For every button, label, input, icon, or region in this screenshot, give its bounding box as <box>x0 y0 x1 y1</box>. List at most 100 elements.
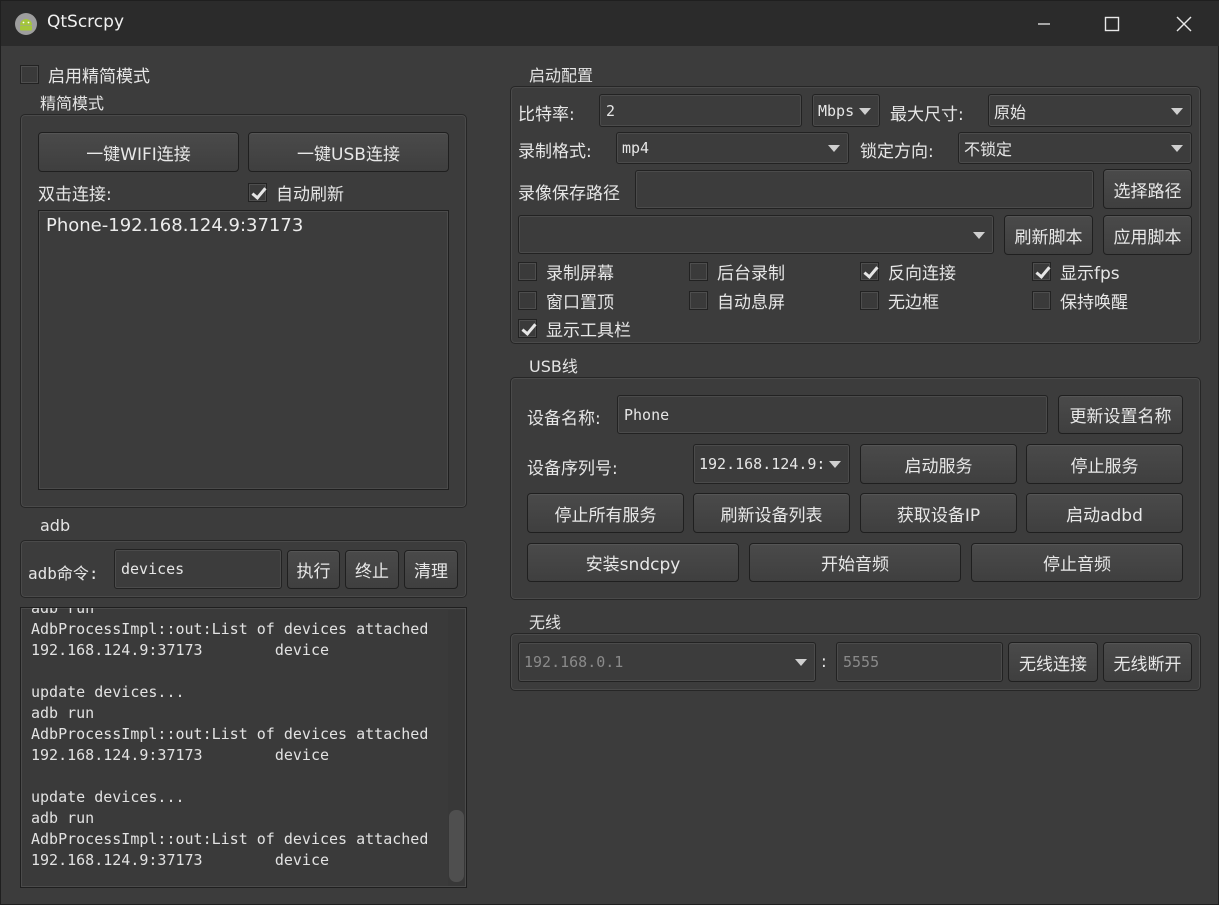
android-icon <box>15 13 37 35</box>
window-on-top-checkbox[interactable]: 窗口置顶 <box>518 288 614 313</box>
start-adbd-button[interactable]: 启动adbd <box>1026 493 1183 533</box>
wireless-port-input[interactable]: 5555 <box>836 642 1003 682</box>
device-name-label: 设备名称: <box>527 409 601 429</box>
script-select[interactable] <box>518 215 994 254</box>
max-size-label: 最大尺寸: <box>890 105 964 125</box>
checkbox-label: 显示工具栏 <box>546 321 631 341</box>
checkbox-box[interactable] <box>1032 262 1051 281</box>
frameless-checkbox[interactable]: 无边框 <box>860 288 939 313</box>
record-screen-checkbox[interactable]: 录制屏幕 <box>518 259 614 284</box>
log-line: adb run <box>31 809 95 827</box>
log-line: adb run <box>31 704 95 722</box>
usb-connect-button[interactable]: 一键USB连接 <box>248 132 449 172</box>
max-size-select[interactable]: 原始 <box>988 94 1192 127</box>
chevron-down-icon <box>795 659 807 666</box>
stop-audio-button[interactable]: 停止音频 <box>971 543 1183 582</box>
adb-log-output[interactable]: adb run AdbProcessImpl::out:List of devi… <box>20 607 467 888</box>
record-format-select[interactable]: mp4 <box>616 132 849 164</box>
checkbox-label: 启用精简模式 <box>48 67 150 87</box>
record-path-input[interactable] <box>635 170 1094 209</box>
refresh-script-button[interactable]: 刷新脚本 <box>1004 215 1093 255</box>
close-button[interactable] <box>1149 1 1219 46</box>
checkbox-box[interactable] <box>860 291 879 310</box>
select-placeholder: 192.168.0.1 <box>524 653 624 671</box>
checkbox-box[interactable] <box>518 262 537 281</box>
checkbox-box[interactable] <box>860 262 879 281</box>
install-sndcpy-button[interactable]: 安装sndcpy <box>527 543 739 582</box>
log-line: 192.168.124.9:37173 device <box>31 746 330 764</box>
minimize-button[interactable] <box>1009 1 1079 46</box>
scrollbar-thumb[interactable] <box>449 810 464 882</box>
refresh-devices-button[interactable]: 刷新设备列表 <box>693 493 850 533</box>
wifi-connect-button[interactable]: 一键WIFI连接 <box>38 132 239 172</box>
device-serial-label: 设备序列号: <box>527 459 618 479</box>
auto-screen-off-checkbox[interactable]: 自动息屏 <box>689 288 785 313</box>
simple-mode-group-label: 精简模式 <box>38 90 107 114</box>
checkbox-label: 后台录制 <box>717 264 785 284</box>
checkbox-label: 无边框 <box>888 293 939 313</box>
terminate-button[interactable]: 终止 <box>345 550 399 589</box>
checkbox-box[interactable] <box>248 183 267 202</box>
checkbox-label: 反向连接 <box>888 264 956 284</box>
lock-orientation-label: 锁定方向: <box>860 142 934 162</box>
log-line: 192.168.124.9:37173 device <box>31 641 330 659</box>
launch-config-group-label: 启动配置 <box>527 62 596 86</box>
log-line: AdbProcessImpl::out:List of devices atta… <box>31 620 429 638</box>
main-window: QtScrcpy 启用精简模式 精简模式 一键WIFI连接 一键USB连接 双击… <box>0 0 1219 905</box>
execute-button[interactable]: 执行 <box>287 550 340 589</box>
select-value: 不锁定 <box>964 140 1013 159</box>
chevron-down-icon <box>1171 107 1183 115</box>
maximize-icon <box>1104 16 1120 31</box>
checkbox-box[interactable] <box>20 65 39 84</box>
wireless-connect-button[interactable]: 无线连接 <box>1008 642 1098 682</box>
maximize-button[interactable] <box>1077 1 1147 46</box>
clear-button[interactable]: 清理 <box>404 550 458 589</box>
wireless-group-label: 无线 <box>527 609 564 633</box>
device-name-input[interactable]: Phone <box>617 395 1048 434</box>
stop-service-button[interactable]: 停止服务 <box>1026 444 1183 484</box>
chevron-down-icon <box>829 461 841 468</box>
checkbox-label: 窗口置顶 <box>546 293 614 313</box>
show-fps-checkbox[interactable]: 显示fps <box>1032 259 1120 284</box>
stay-awake-checkbox[interactable]: 保持唤醒 <box>1032 288 1128 313</box>
chevron-down-icon <box>859 107 871 115</box>
checkbox-box[interactable] <box>689 262 708 281</box>
log-line: adb run <box>31 607 95 617</box>
simple-mode-checkbox[interactable]: 启用精简模式 <box>20 62 150 87</box>
checkbox-box[interactable] <box>1032 291 1051 310</box>
start-service-button[interactable]: 启动服务 <box>860 444 1017 484</box>
checkbox-box[interactable] <box>518 291 537 310</box>
lock-orientation-select[interactable]: 不锁定 <box>958 132 1192 164</box>
select-value: Mbps <box>818 101 855 120</box>
reverse-connect-checkbox[interactable]: 反向连接 <box>860 259 956 284</box>
bitrate-unit-select[interactable]: Mbps <box>812 94 880 127</box>
select-path-button[interactable]: 选择路径 <box>1103 169 1192 209</box>
list-item[interactable]: Phone-192.168.124.9:37173 <box>46 215 303 236</box>
device-list[interactable]: Phone-192.168.124.9:37173 <box>38 210 449 490</box>
start-audio-button[interactable]: 开始音频 <box>749 543 961 582</box>
checkbox-box[interactable] <box>518 319 537 338</box>
checkbox-box[interactable] <box>689 291 708 310</box>
apply-script-button[interactable]: 应用脚本 <box>1103 215 1192 255</box>
ip-port-separator: : <box>821 652 827 672</box>
log-scrollbar[interactable] <box>448 610 465 886</box>
log-line: 192.168.124.9:37173 device <box>31 851 330 869</box>
show-toolbar-checkbox[interactable]: 显示工具栏 <box>518 316 631 341</box>
get-device-ip-button[interactable]: 获取设备IP <box>860 493 1017 533</box>
wireless-disconnect-button[interactable]: 无线断开 <box>1103 642 1192 682</box>
update-name-button[interactable]: 更新设置名称 <box>1058 395 1183 434</box>
stop-all-services-button[interactable]: 停止所有服务 <box>527 493 684 533</box>
usb-group-label: USB线 <box>527 353 580 377</box>
log-lines: adb run AdbProcessImpl::out:List of devi… <box>31 607 429 871</box>
wireless-ip-select[interactable]: 192.168.0.1 <box>518 642 816 682</box>
checkbox-label: 自动息屏 <box>717 293 785 313</box>
bitrate-input[interactable]: 2 <box>599 94 802 127</box>
background-record-checkbox[interactable]: 后台录制 <box>689 259 785 284</box>
log-line: update devices... <box>31 788 185 806</box>
adb-command-input[interactable]: devices <box>114 549 282 589</box>
title-bar[interactable]: QtScrcpy <box>1 1 1219 46</box>
device-serial-select[interactable]: 192.168.124.9: <box>693 444 850 484</box>
chevron-down-icon <box>973 231 985 239</box>
auto-refresh-checkbox[interactable]: 自动刷新 <box>248 180 344 205</box>
